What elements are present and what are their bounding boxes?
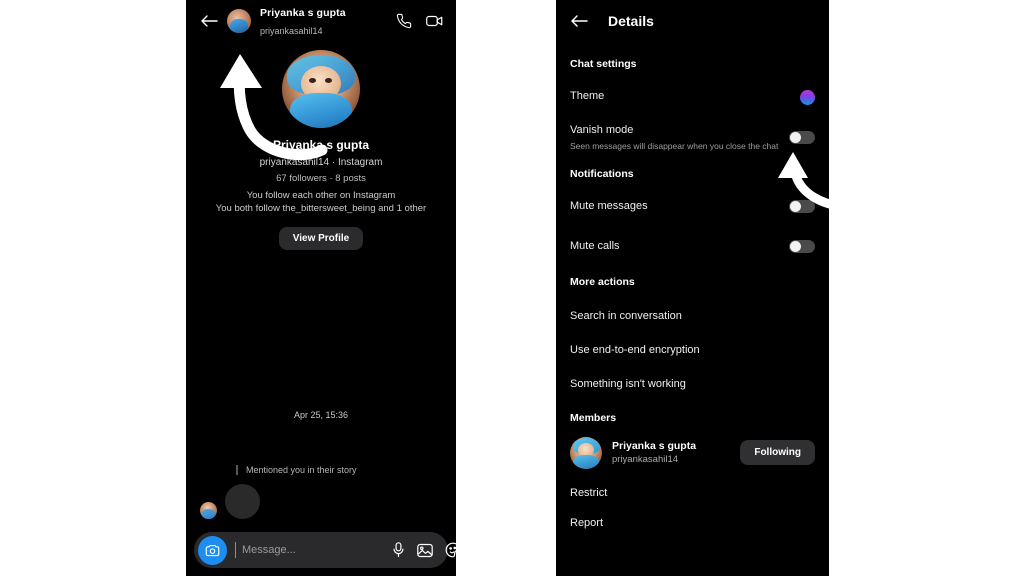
chat-contact-username: priyankasahil14: [260, 26, 323, 36]
sticker-icon[interactable]: [445, 542, 456, 558]
chat-contact-name: Priyanka s gupta: [260, 7, 346, 20]
contact-large-avatar[interactable]: [282, 50, 360, 128]
mention-message[interactable]: Mentioned you in their story: [200, 460, 446, 519]
message-timestamp: Apr 25, 15:36: [293, 409, 349, 420]
toggle-knob: [790, 241, 801, 253]
profile-relation-1: You follow each other on Instagram: [246, 190, 396, 201]
message-sender-avatar: [200, 501, 217, 519]
row-theme[interactable]: Theme: [570, 84, 815, 110]
mute-calls-label: Mute calls: [570, 239, 620, 252]
something-isnt-working-item[interactable]: Something isn't working: [570, 378, 815, 390]
avatar-eye-left: [308, 78, 316, 84]
screenshot-stage: Priyanka s gupta priyankasahil14 Priyank…: [0, 0, 1024, 576]
chat-screen-panel: Priyanka s gupta priyankasahil14 Priyank…: [186, 0, 456, 576]
details-header: Details: [556, 0, 829, 42]
image-icon[interactable]: [417, 543, 433, 558]
page-title: Details: [608, 13, 654, 29]
story-media-bubble[interactable]: [225, 483, 260, 519]
vanish-mode-description: Seen messages will disappear when you cl…: [570, 140, 779, 151]
row-mute-messages[interactable]: Mute messages: [570, 194, 815, 220]
row-mute-calls[interactable]: Mute calls: [570, 234, 815, 260]
details-list: Chat settings Theme Vanish mode Seen mes…: [556, 58, 829, 529]
restrict-item[interactable]: Restrict: [570, 487, 815, 499]
back-arrow-icon[interactable]: [570, 14, 588, 28]
section-chat-settings: Chat settings: [570, 58, 637, 70]
mute-messages-toggle[interactable]: [789, 200, 815, 214]
video-camera-icon[interactable]: [426, 14, 444, 28]
mute-messages-label: Mute messages: [570, 199, 648, 212]
member-list-item[interactable]: Priyanka s gupta priyankasahil14 Followi…: [570, 436, 815, 469]
theme-color-swatch[interactable]: [800, 89, 815, 105]
member-names: Priyanka s gupta priyankasahil14: [612, 440, 730, 465]
composer-icons: [392, 542, 456, 558]
message-input[interactable]: [235, 542, 384, 558]
chat-header: Priyanka s gupta priyankasahil14: [186, 0, 456, 42]
vanish-mode-title: Vanish mode: [570, 124, 634, 136]
back-arrow-icon[interactable]: [200, 14, 218, 28]
message-composer: [194, 532, 456, 568]
vanish-mode-toggle[interactable]: [789, 131, 815, 145]
member-username: priyankasahil14: [612, 454, 679, 466]
toggle-knob: [790, 201, 801, 213]
chat-header-names[interactable]: Priyanka s gupta priyankasahil14: [260, 3, 387, 39]
mute-calls-toggle[interactable]: [789, 240, 815, 254]
chat-header-actions: [396, 13, 444, 29]
details-screen-panel: Details Chat settings Theme Vanish mode …: [556, 0, 829, 576]
member-avatar[interactable]: [570, 436, 602, 469]
profile-handle: priyankasahil14 · Instagram: [259, 157, 383, 168]
following-button[interactable]: Following: [740, 440, 815, 466]
mention-label: Mentioned you in their story: [236, 464, 357, 475]
view-profile-button[interactable]: View Profile: [278, 226, 364, 250]
section-members: Members: [570, 411, 617, 424]
phone-icon[interactable]: [396, 13, 412, 29]
avatar-eye-right: [324, 78, 332, 84]
avatar-body-shape: [573, 454, 599, 469]
profile-relation-2: You both follow the_bittersweet_being an…: [215, 203, 427, 214]
vanish-mode-label: Vanish mode Seen messages will disappear…: [570, 124, 778, 152]
contact-profile-block: Priyanka s gupta priyankasahil14 · Insta…: [186, 42, 456, 250]
member-name: Priyanka s gupta: [612, 440, 697, 453]
mention-media-row: [200, 483, 446, 519]
toggle-knob: [790, 132, 801, 144]
search-in-conversation-item[interactable]: Search in conversation: [570, 310, 815, 322]
avatar-body-shape: [289, 92, 353, 128]
row-vanish-mode[interactable]: Vanish mode Seen messages will disappear…: [570, 124, 815, 152]
profile-stats: 67 followers · 8 posts: [276, 173, 366, 184]
section-notifications: Notifications: [570, 167, 634, 180]
report-item[interactable]: Report: [570, 517, 815, 529]
microphone-icon[interactable]: [392, 542, 405, 558]
use-end-to-end-encryption-item[interactable]: Use end-to-end encryption: [570, 344, 815, 356]
camera-icon[interactable]: [198, 535, 227, 565]
profile-name: Priyanka s gupta: [272, 138, 370, 152]
theme-label: Theme: [570, 90, 605, 103]
section-more-actions: More actions: [570, 275, 635, 288]
contact-avatar[interactable]: [227, 9, 251, 33]
